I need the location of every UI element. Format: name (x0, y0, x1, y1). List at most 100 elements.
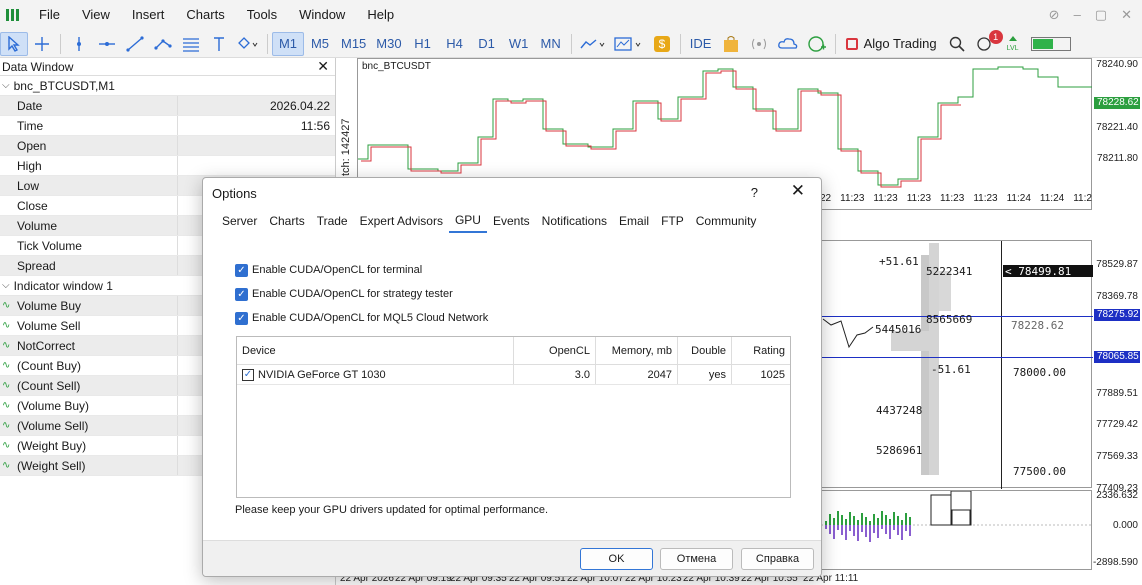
menu-help[interactable]: Help (356, 0, 405, 30)
timeframe-h4[interactable]: H4 (439, 32, 471, 56)
shop-button[interactable] (717, 32, 745, 56)
row-key: (Weight Sell) (0, 456, 178, 475)
level-up-icon (1008, 35, 1017, 41)
tab-charts[interactable]: Charts (263, 210, 310, 232)
tab-gpu[interactable]: GPU (448, 209, 487, 233)
cuda-checkbox-row[interactable]: ✓ Enable CUDA/OpenCL for terminal (209, 258, 815, 282)
minimize-icon[interactable]: – (1074, 7, 1081, 23)
list-item: High (0, 156, 335, 176)
table-cell: 2047 (596, 365, 678, 384)
timeframe-m5[interactable]: M5 (304, 32, 336, 56)
line-chart-icon (580, 38, 605, 48)
tab-trade[interactable]: Trade (311, 210, 354, 232)
tab-events[interactable]: Events (487, 210, 536, 232)
close-icon[interactable]: ✕ (791, 181, 805, 201)
symbol-group[interactable]: ⌵ bnc_BTCUSDT,M1 (0, 76, 335, 96)
data-window-close-icon[interactable]: ✕ (317, 58, 329, 75)
lvl-label: LVL (1006, 44, 1019, 52)
menu-file[interactable]: File (28, 0, 71, 30)
column-header[interactable]: OpenCL (514, 337, 596, 364)
tab-server[interactable]: Server (216, 210, 263, 232)
cuda-checkbox-row[interactable]: ✓ Enable CUDA/OpenCL for MQL5 Cloud Netwo… (209, 306, 815, 330)
cuda-checkbox-row[interactable]: ✓ Enable CUDA/OpenCL for strategy tester (209, 282, 815, 306)
tab-email[interactable]: Email (613, 210, 655, 232)
ok-button[interactable]: OK (580, 548, 653, 570)
cancel-button[interactable]: Отмена (660, 548, 733, 570)
checkbox-checked-icon[interactable]: ✓ (235, 311, 248, 325)
horizontal-line-button[interactable] (93, 32, 121, 56)
column-header[interactable]: Memory, mb (596, 337, 678, 364)
trendline-button[interactable] (121, 32, 149, 56)
community-button[interactable] (803, 32, 831, 56)
timeframe-m1[interactable]: M1 (272, 31, 304, 56)
dialog-title: Options (212, 185, 257, 201)
algo-trading-button[interactable]: Algo Trading (840, 36, 943, 51)
tab-ftp[interactable]: FTP (655, 210, 690, 232)
shapes-menu-button[interactable] (233, 32, 263, 56)
menu-window[interactable]: Window (288, 0, 356, 30)
checkbox-checked-icon[interactable]: ✓ (235, 263, 248, 277)
tab-community[interactable]: Community (690, 210, 763, 232)
tab-expert-advisors[interactable]: Expert Advisors (354, 210, 449, 232)
chart-type-button[interactable] (576, 32, 610, 56)
restore-icon[interactable]: ▢ (1095, 7, 1107, 23)
row-key: Spread (0, 256, 178, 275)
crosshair-tool-button[interactable] (28, 32, 56, 56)
algo-stop-icon (845, 37, 858, 50)
vertical-line-button[interactable] (65, 32, 93, 56)
timeframe-m15[interactable]: M15 (336, 32, 371, 56)
timeframe-d1[interactable]: D1 (471, 32, 503, 56)
pin-icon[interactable]: ⊘ (1049, 7, 1060, 23)
menu-charts[interactable]: Charts (175, 0, 235, 30)
battery-indicator (1030, 36, 1071, 51)
checkbox-checked-icon[interactable]: ✓ (235, 287, 248, 301)
menu-tools[interactable]: Tools (236, 0, 288, 30)
templates-button[interactable] (610, 32, 648, 56)
table-cell: ✓ NVIDIA GeForce GT 1030 (237, 365, 514, 384)
text-tool-button[interactable] (205, 32, 233, 56)
help-button[interactable]: Справка (741, 548, 814, 570)
column-header[interactable]: Device (237, 337, 514, 364)
market-button[interactable]: $ (648, 32, 676, 56)
row-key: (Count Buy) (0, 356, 178, 375)
volume-oscillator[interactable] (820, 490, 1093, 570)
depth-of-market-chart[interactable]: +51.61 5222341 < 78499.81 8565669 544501… (820, 240, 1093, 489)
timeframe-w1[interactable]: W1 (503, 32, 535, 56)
close-icon[interactable]: ✕ (1121, 7, 1132, 23)
menu-insert[interactable]: Insert (121, 0, 176, 30)
search-button[interactable] (943, 32, 971, 56)
row-value (178, 156, 335, 175)
device-checkbox-icon[interactable]: ✓ (242, 369, 254, 382)
channel-icon (154, 38, 172, 50)
cursor-tool-button[interactable] (0, 31, 28, 56)
column-header[interactable]: Rating (732, 337, 790, 364)
help-icon[interactable]: ? (751, 185, 758, 200)
data-window-header: Data Window ✕ (0, 58, 335, 76)
vps-button[interactable] (773, 32, 803, 56)
column-header[interactable]: Double (678, 337, 732, 364)
dom-plus-label: +51.61 (879, 255, 919, 268)
indicator-line-icon: ∿ (2, 400, 11, 411)
dialog-titlebar: Options ? ✕ (203, 178, 821, 208)
indicator-line-icon: ∿ (2, 340, 11, 351)
tab-notifications[interactable]: Notifications (536, 210, 613, 232)
menubar: File View Insert Charts Tools Window Help ⊘ – … (0, 0, 1142, 30)
notifications-button[interactable]: 1 (971, 29, 1003, 56)
table-row[interactable]: ✓ NVIDIA GeForce GT 1030 3.0 2047 yes 1025 (237, 365, 790, 385)
timeframe-h1[interactable]: H1 (407, 32, 439, 56)
ide-button[interactable]: IDE (685, 32, 717, 56)
dialog-footer: OK Отмена Справка (203, 540, 821, 576)
row-key: Volume (0, 216, 178, 235)
dom-volume: 5445016 (875, 323, 922, 336)
equidistant-channel-button[interactable] (149, 32, 177, 56)
timeframe-mn[interactable]: MN (535, 32, 567, 56)
dom-minus-label: -51.61 (931, 363, 971, 376)
timeframe-m30[interactable]: M30 (371, 32, 406, 56)
lvl-button[interactable]: LVL (999, 32, 1027, 56)
indicator-line-icon: ∿ (2, 420, 11, 431)
price-tick: 78369.78 (1096, 291, 1138, 302)
signals-button[interactable] (745, 32, 773, 56)
fibonacci-button[interactable] (177, 32, 205, 56)
menu-view[interactable]: View (71, 0, 121, 30)
chevron-down-icon: ⌵ (2, 280, 10, 291)
